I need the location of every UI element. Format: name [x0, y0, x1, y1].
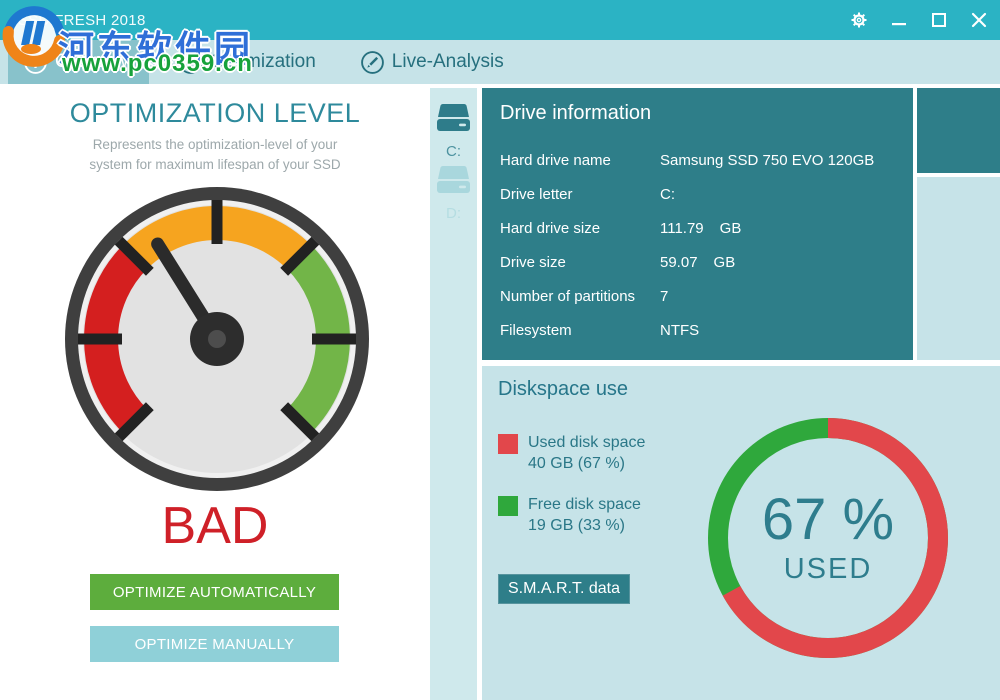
pencil-icon [360, 50, 385, 75]
optimization-gauge [62, 184, 372, 494]
drive-letter-c: C: [430, 143, 477, 160]
info-row-filesystem: Filesystem NTFS [500, 313, 895, 347]
smart-data-button[interactable]: S.M.A.R.T. data [498, 574, 630, 604]
optimize-manually-button[interactable]: OPTIMIZE MANUALLY [90, 626, 339, 662]
used-detail: 40 GB (67 %) [528, 453, 645, 474]
info-row-drive-letter: Drive letter C: [500, 177, 895, 211]
legend-free: Free disk space 19 GB (33 %) [498, 494, 641, 536]
info-row-hard-drive-size: Hard drive size 111.79 GB [500, 211, 895, 245]
tab-live-analysis-label: Live-Analysis [392, 51, 504, 73]
settings-gear-icon[interactable] [844, 5, 874, 35]
app-title: SSD FRESH 2018 [18, 12, 146, 29]
tab-bar: Overview Optimization [0, 40, 1000, 84]
close-icon[interactable] [964, 5, 994, 35]
legend-used: Used disk space 40 GB (67 %) [498, 432, 645, 474]
maximize-icon[interactable] [924, 5, 954, 35]
tab-overview[interactable]: Overview [8, 40, 149, 84]
tab-live-analysis[interactable]: Live-Analysis [345, 40, 519, 84]
tab-optimization[interactable]: Optimization [163, 40, 331, 84]
optimization-level-panel: OPTIMIZATION LEVEL Represents the optimi… [0, 88, 430, 700]
diskspace-title: Diskspace use [498, 378, 628, 401]
info-row-drive-size: Drive size 59.07 GB [500, 245, 895, 279]
tab-overview-label: Overview [55, 51, 134, 73]
hard-drive-icon [435, 164, 472, 198]
side-block-dark [917, 88, 1000, 173]
drive-item-d[interactable]: D: [430, 164, 477, 222]
optimize-automatically-button[interactable]: OPTIMIZE AUTOMATICALLY [90, 574, 339, 610]
optimization-rating: BAD [0, 496, 430, 556]
drive-selector: C: D: [430, 88, 477, 700]
side-block-light [917, 177, 1000, 360]
minimize-icon[interactable] [884, 5, 914, 35]
free-detail: 19 GB (33 %) [528, 515, 641, 536]
title-bar: SSD FRESH 2018 [0, 0, 1000, 40]
diskspace-panel: Diskspace use Used disk space 40 GB (67 … [482, 366, 1000, 700]
info-row-partitions: Number of partitions 7 [500, 279, 895, 313]
info-icon [23, 50, 48, 75]
free-label: Free disk space [528, 494, 641, 515]
tab-optimization-label: Optimization [210, 51, 316, 73]
optimization-level-subtitle: Represents the optimization-level of you… [0, 135, 430, 175]
gauge-icon [178, 50, 203, 75]
app-window: SSD FRESH 2018 [0, 0, 1000, 700]
used-label: Used disk space [528, 432, 645, 453]
optimization-level-title: OPTIMIZATION LEVEL [0, 98, 430, 129]
used-swatch [498, 434, 518, 454]
hard-drive-icon [435, 102, 472, 136]
info-row-hard-drive-name: Hard drive name Samsung SSD 750 EVO 120G… [500, 143, 895, 177]
drive-information-panel: Drive information Hard drive name Samsun… [482, 88, 913, 360]
drive-item-c[interactable]: C: [430, 102, 477, 160]
diskspace-donut-chart [696, 406, 960, 670]
free-swatch [498, 496, 518, 516]
drive-letter-d: D: [430, 205, 477, 222]
window-controls [844, 0, 994, 40]
drive-information-title: Drive information [500, 102, 895, 125]
